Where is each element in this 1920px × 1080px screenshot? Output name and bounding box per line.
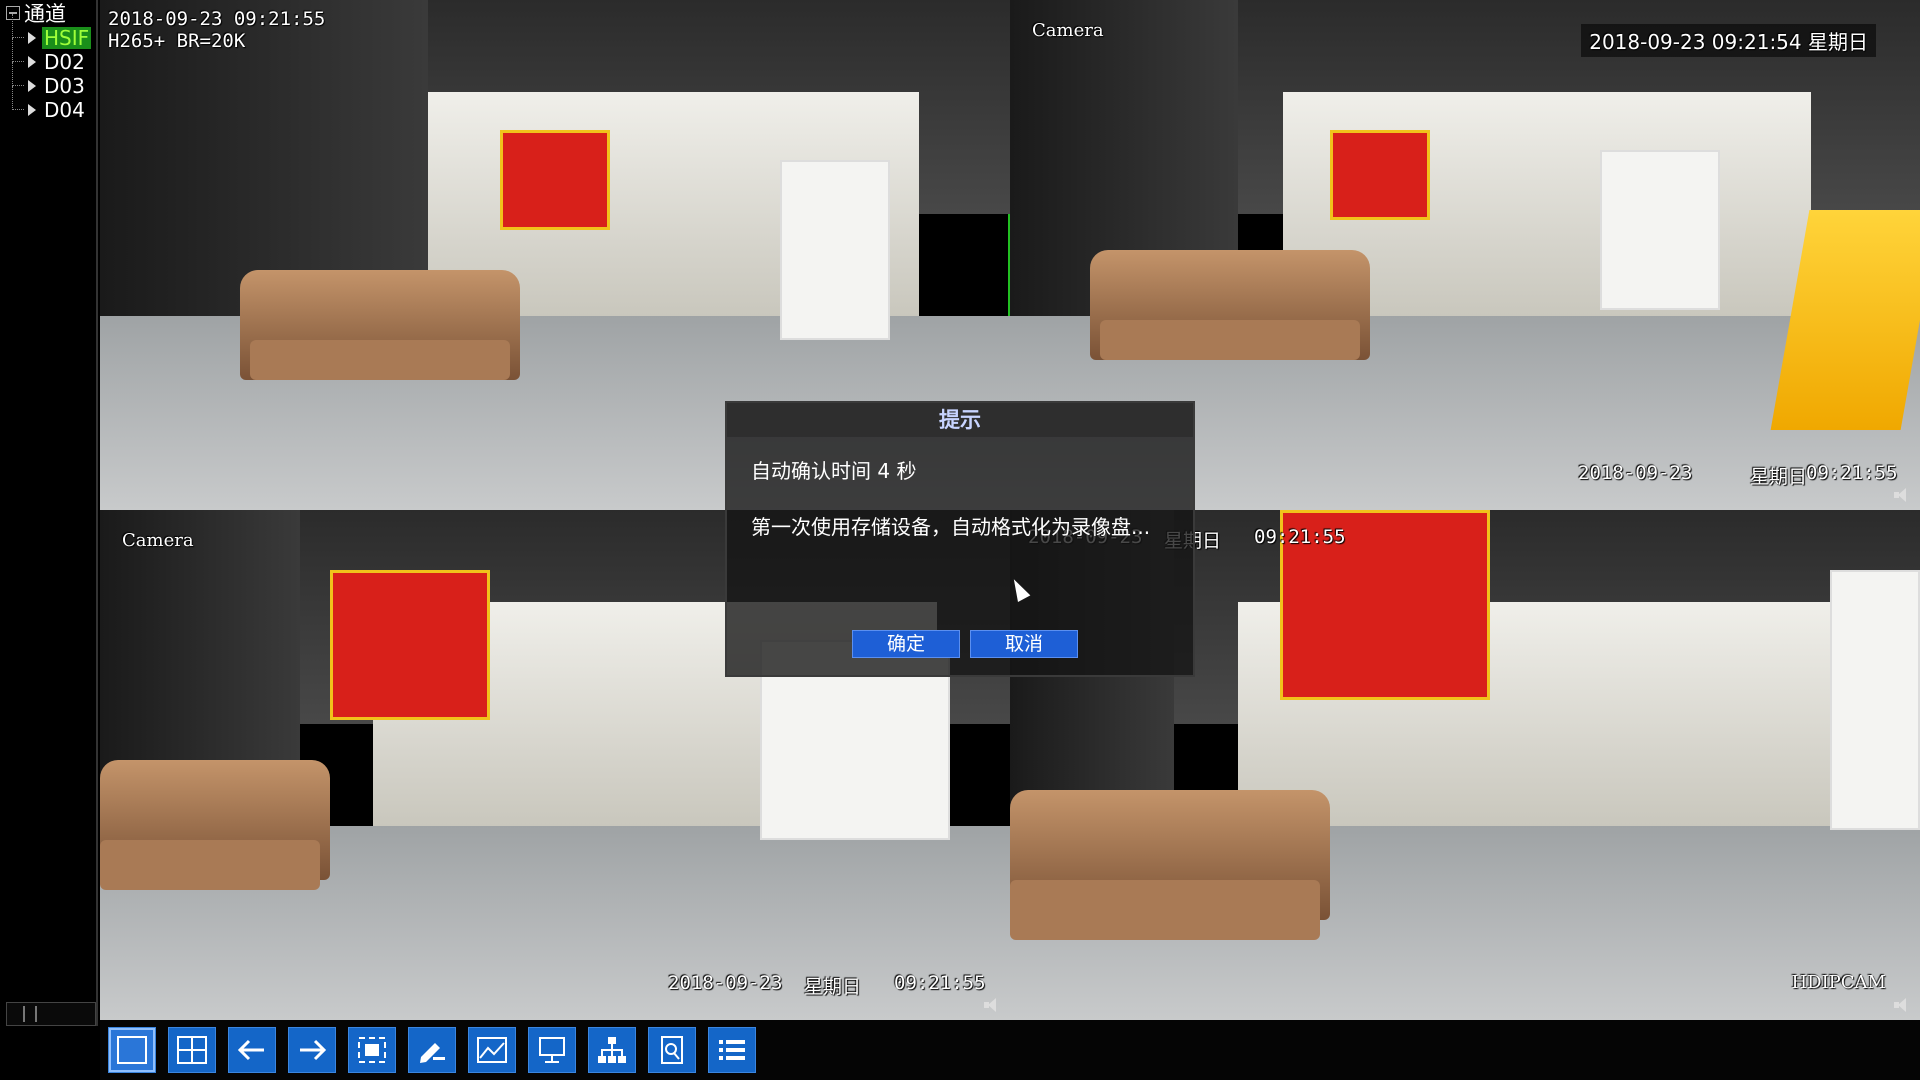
camera-name: Camera	[122, 530, 194, 551]
bottom-toolbar	[100, 1020, 1920, 1080]
previous-button[interactable]	[228, 1027, 276, 1073]
osd-datetime: 2018-09-23 09:21:54 星期日	[1581, 24, 1876, 57]
scroll-grip-icon[interactable]	[23, 1006, 37, 1022]
speaker-icon[interactable]	[1894, 998, 1912, 1012]
dialog-countdown: 自动确认时间 4 秒	[751, 459, 917, 483]
osd-datetime: 2018-09-23 09:21:55	[108, 8, 326, 30]
camera-name: HDIPCAM	[1791, 972, 1886, 993]
osd-time: 09:21:55	[1806, 462, 1898, 484]
osd-time: 09:21:55	[1254, 526, 1346, 548]
confirm-button[interactable]: 确定	[852, 630, 960, 658]
channel-label: D04	[44, 98, 85, 122]
quad-view-icon	[177, 1036, 207, 1064]
menu-button[interactable]	[708, 1027, 756, 1073]
channel-label: D02	[44, 50, 85, 74]
quad-view-button[interactable]	[168, 1027, 216, 1073]
osd-weekday: 星期日	[804, 976, 862, 998]
next-button[interactable]	[288, 1027, 336, 1073]
osd-weekday: 星期日	[1750, 466, 1808, 488]
image-chart-icon	[477, 1037, 507, 1063]
single-view-button[interactable]	[108, 1027, 156, 1073]
menu-list-icon	[719, 1040, 745, 1060]
monitor-icon	[539, 1037, 565, 1063]
single-view-icon	[117, 1036, 147, 1064]
expand-arrow-icon[interactable]	[28, 104, 36, 116]
osd-time: 09:21:55	[894, 972, 986, 994]
expand-arrow-icon[interactable]	[28, 56, 36, 68]
file-search-icon	[661, 1036, 683, 1064]
expand-arrow-icon[interactable]	[28, 32, 36, 44]
prompt-dialog: 提示 自动确认时间 4 秒 第一次使用存储设备，自动格式化为录像盘... 确定 …	[725, 401, 1195, 677]
sidebar-scrollbar[interactable]	[6, 1002, 96, 1026]
network-button[interactable]	[588, 1027, 636, 1073]
channel-item-4[interactable]: D04	[0, 86, 96, 122]
channel-label: D03	[44, 74, 85, 98]
camera-name: Camera	[1032, 20, 1104, 41]
network-tree-icon	[598, 1037, 626, 1063]
expand-arrow-icon[interactable]	[28, 80, 36, 92]
cancel-button[interactable]: 取消	[970, 630, 1078, 658]
fullscreen-icon	[358, 1037, 386, 1063]
arrow-right-icon	[300, 1039, 327, 1061]
search-button[interactable]	[648, 1027, 696, 1073]
fullscreen-button[interactable]	[348, 1027, 396, 1073]
dialog-message: 第一次使用存储设备，自动格式化为录像盘...	[751, 515, 1151, 539]
pen-edit-icon	[420, 1043, 445, 1063]
speaker-icon[interactable]	[984, 998, 1002, 1012]
channel-tree-root-label: 通道	[24, 2, 66, 26]
channel-sidebar: 通道 HSIF D02 D03 D04	[0, 0, 98, 1026]
monitor-button[interactable]	[528, 1027, 576, 1073]
osd-codec: H265+ BR=20K	[108, 30, 246, 52]
arrow-left-icon	[237, 1039, 264, 1061]
osd-date: 2018-09-23	[668, 972, 783, 994]
ptz-control-button[interactable]	[408, 1027, 456, 1073]
channel-label: HSIF	[42, 26, 92, 50]
image-settings-button[interactable]	[468, 1027, 516, 1073]
osd-info: 2018-09-23 09:21:55 H265+ BR=20K	[108, 8, 325, 52]
dialog-title: 提示	[727, 403, 1193, 437]
speaker-icon[interactable]	[1894, 488, 1912, 502]
osd-date: 2018-09-23	[1578, 462, 1693, 484]
